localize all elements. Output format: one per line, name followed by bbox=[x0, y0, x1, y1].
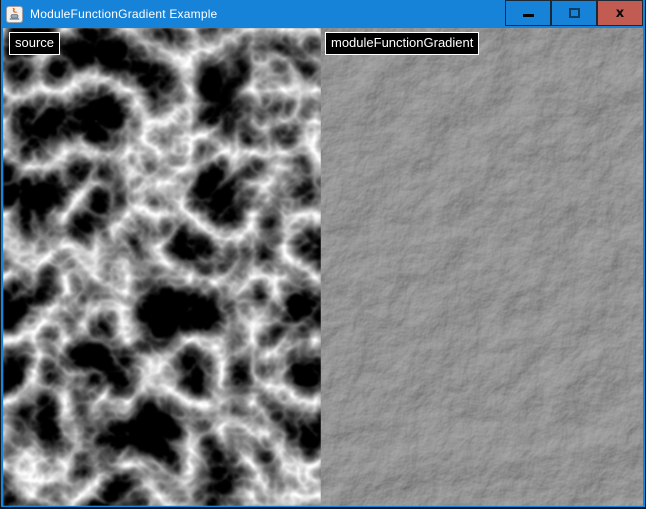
content-area: source moduleFunctionGradient bbox=[3, 28, 643, 506]
source-panel: source bbox=[3, 28, 321, 506]
source-noise-image bbox=[3, 28, 321, 506]
minimize-button[interactable] bbox=[505, 0, 551, 26]
maximize-icon bbox=[569, 8, 580, 18]
close-button[interactable]: x bbox=[597, 0, 643, 26]
maximize-button[interactable] bbox=[551, 0, 597, 26]
gradient-noise-image bbox=[321, 28, 643, 506]
titlebar[interactable]: ModuleFunctionGradient Example x bbox=[1, 0, 645, 28]
window-title: ModuleFunctionGradient Example bbox=[30, 7, 217, 21]
source-label: source bbox=[9, 32, 60, 55]
gradient-panel: moduleFunctionGradient bbox=[321, 28, 643, 506]
close-icon: x bbox=[616, 7, 624, 20]
minimize-icon bbox=[523, 14, 534, 17]
window-controls: x bbox=[505, 0, 643, 26]
gradient-label: moduleFunctionGradient bbox=[325, 32, 479, 55]
java-icon bbox=[6, 6, 23, 23]
app-window: ModuleFunctionGradient Example x bbox=[0, 0, 646, 509]
